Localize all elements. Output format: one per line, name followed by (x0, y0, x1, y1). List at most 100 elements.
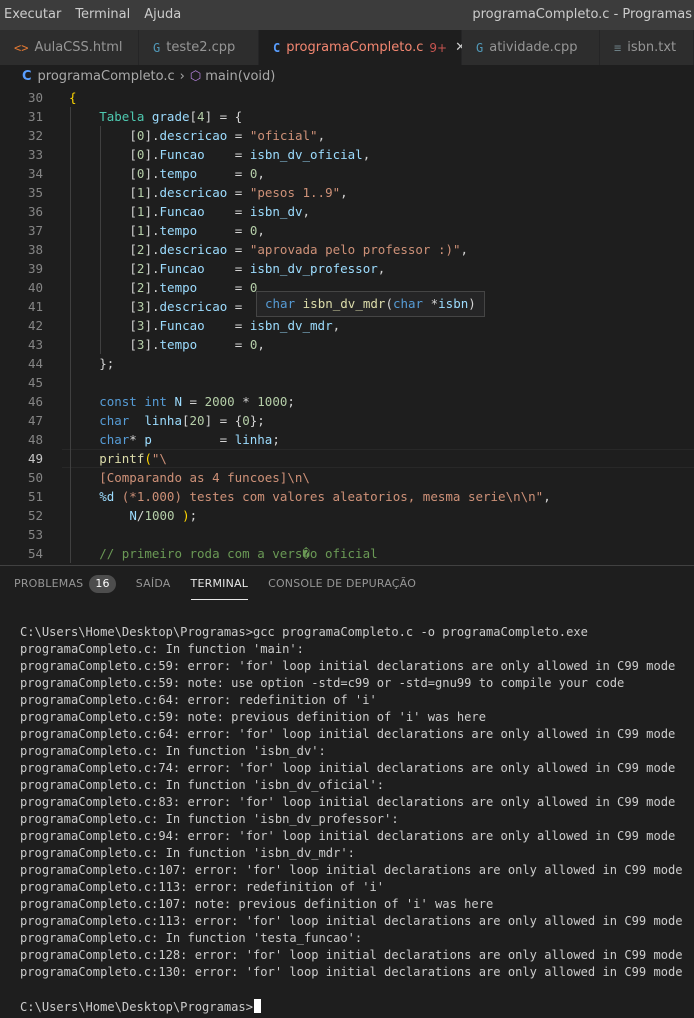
code-token: , (317, 128, 326, 143)
function-symbol-icon: ⬡ (189, 68, 202, 84)
code-token: descricao (159, 185, 228, 200)
code-token: [ (129, 242, 137, 257)
code-token: ]. (144, 128, 160, 143)
terminal-output[interactable]: C:\Users\Home\Desktop\Programas>gcc prog… (20, 624, 690, 981)
code-token: grade (151, 109, 190, 124)
terminal-line: programaCompleto.c:130: error: 'for' loo… (20, 965, 683, 979)
code-token: (*1.000) testes com valores aleatorios, … (114, 489, 544, 504)
code-text: [2].descricao = "aprovada pelo professor… (129, 240, 468, 259)
tab-terminal[interactable]: TERMINAL (190, 566, 249, 602)
tab-programacompleto-c[interactable]: C programaCompleto.c 9+ ✕ (259, 30, 466, 65)
code-line: 35 [1].descricao = "pesos 1..9", (0, 183, 694, 202)
code-line: 31 Tabela grade[4] = { (0, 107, 694, 126)
indent-guide (100, 126, 102, 354)
terminal-line: programaCompleto.c: In function 'isbn_dv… (20, 846, 355, 860)
code-token: = (182, 394, 205, 409)
code-token: = (151, 432, 235, 447)
hover-token: ) (468, 296, 476, 311)
code-token: descricao (159, 128, 228, 143)
hover-token: char (265, 296, 296, 311)
code-token: ]. (144, 318, 160, 333)
problem-count-badge: 9+ (429, 40, 448, 55)
line-number: 45 (27, 375, 43, 390)
breadcrumb-symbol[interactable]: main(void) (205, 69, 275, 84)
code-token: ; (287, 394, 295, 409)
code-token: linha (144, 413, 182, 428)
code-token: [ (129, 128, 137, 143)
line-number: 33 (27, 147, 43, 162)
code-token: , (460, 242, 469, 257)
breadcrumb-file[interactable]: programaCompleto.c (38, 69, 175, 84)
line-number: 50 (27, 470, 43, 485)
menu-terminal[interactable]: Terminal (68, 0, 137, 30)
code-token: [ (129, 204, 137, 219)
code-editor[interactable]: 30{31 Tabela grade[4] = {32 [0].descricao … (0, 87, 694, 565)
code-text: [Comparando as 4 funcoes]\n\ (99, 468, 310, 487)
menu-ajuda[interactable]: Ajuda (137, 0, 188, 30)
code-token: = (204, 204, 250, 219)
code-token: int (144, 394, 167, 409)
tab-saida[interactable]: SAÍDA (136, 566, 171, 602)
panel-tab-bar: PROBLEMAS 16 SAÍDA TERMINAL CONSOLE DE DE… (0, 566, 694, 602)
tab-atividade-cpp[interactable]: G atividade.cpp (462, 30, 600, 65)
signature-hover-tooltip: char isbn_dv_mdr(char *isbn) (256, 291, 485, 317)
code-token: p (144, 432, 152, 447)
tab-aulacss-html[interactable]: <> AulaCSS.html (0, 30, 139, 65)
code-text: [3].tempo = 0, (129, 335, 265, 354)
code-token: ]. (144, 337, 160, 352)
code-line: 54 // primeiro roda com a vers�o oficial (0, 544, 694, 563)
code-token: isbn_dv_professor (249, 261, 378, 276)
code-text: [3].Funcao = isbn_dv_mdr, (129, 316, 340, 335)
hover-token (295, 296, 303, 311)
terminal-line: programaCompleto.c:59: note: previous de… (20, 710, 486, 724)
code-token: Funcao (159, 261, 205, 276)
code-token: [ (189, 109, 198, 124)
tab-teste2-cpp[interactable]: G teste2.cpp (139, 30, 259, 65)
tab-label: isbn.txt (627, 40, 677, 55)
editor-tab-bar: <> AulaCSS.html G teste2.cpp C programaC… (0, 30, 694, 65)
code-text: Tabela grade[4] = { (99, 107, 242, 126)
code-token: "pesos 1..9" (249, 185, 341, 200)
code-token: Funcao (159, 147, 205, 162)
code-token: 2000 (204, 394, 235, 409)
menu-executar[interactable]: Executar (0, 0, 68, 30)
line-number: 53 (27, 527, 43, 542)
code-token: ]. (144, 185, 160, 200)
line-number: 35 (27, 185, 43, 200)
tab-problemas[interactable]: PROBLEMAS 16 (14, 566, 116, 602)
code-token: Tabela (99, 109, 145, 124)
code-token: , (257, 166, 265, 181)
code-token: char (99, 413, 130, 428)
code-token: = (197, 280, 250, 295)
hover-token: * (423, 296, 439, 311)
code-token: , (332, 318, 341, 333)
code-token: "oficial" (249, 128, 318, 143)
indent-guide (70, 107, 71, 563)
terminal-prompt[interactable]: C:\Users\Home\Desktop\Programas> (20, 999, 261, 1016)
code-token: 0 (242, 413, 250, 428)
code-text: char* p = linha; (99, 430, 280, 449)
code-token: [ (129, 223, 137, 238)
code-text: [1].descricao = "pesos 1..9", (129, 183, 347, 202)
code-token: ]. (144, 204, 160, 219)
problems-count-badge: 16 (89, 575, 116, 593)
line-number: 52 (27, 508, 43, 523)
code-text: [1].tempo = 0, (129, 221, 265, 240)
terminal-line: programaCompleto.c: In function 'testa_f… (20, 931, 363, 945)
code-text: // primeiro roda com a vers�o oficial (99, 544, 377, 563)
tab-console-depuracao[interactable]: CONSOLE DE DEPURAÇÃO (268, 566, 416, 602)
code-token: 4 (197, 109, 205, 124)
code-line: 34 [0].tempo = 0, (0, 164, 694, 183)
code-token: , (257, 337, 265, 352)
code-token: ; (189, 508, 198, 523)
line-number: 44 (27, 356, 43, 371)
line-number: 40 (27, 280, 43, 295)
code-token: = (197, 223, 250, 238)
tab-isbn-txt[interactable]: ≡ isbn.txt (600, 30, 694, 65)
code-text: [2].tempo = 0 (129, 278, 257, 297)
code-text: [0].descricao = "oficial", (129, 126, 325, 145)
code-token: , (302, 204, 311, 219)
code-token: ] = { (204, 109, 243, 124)
